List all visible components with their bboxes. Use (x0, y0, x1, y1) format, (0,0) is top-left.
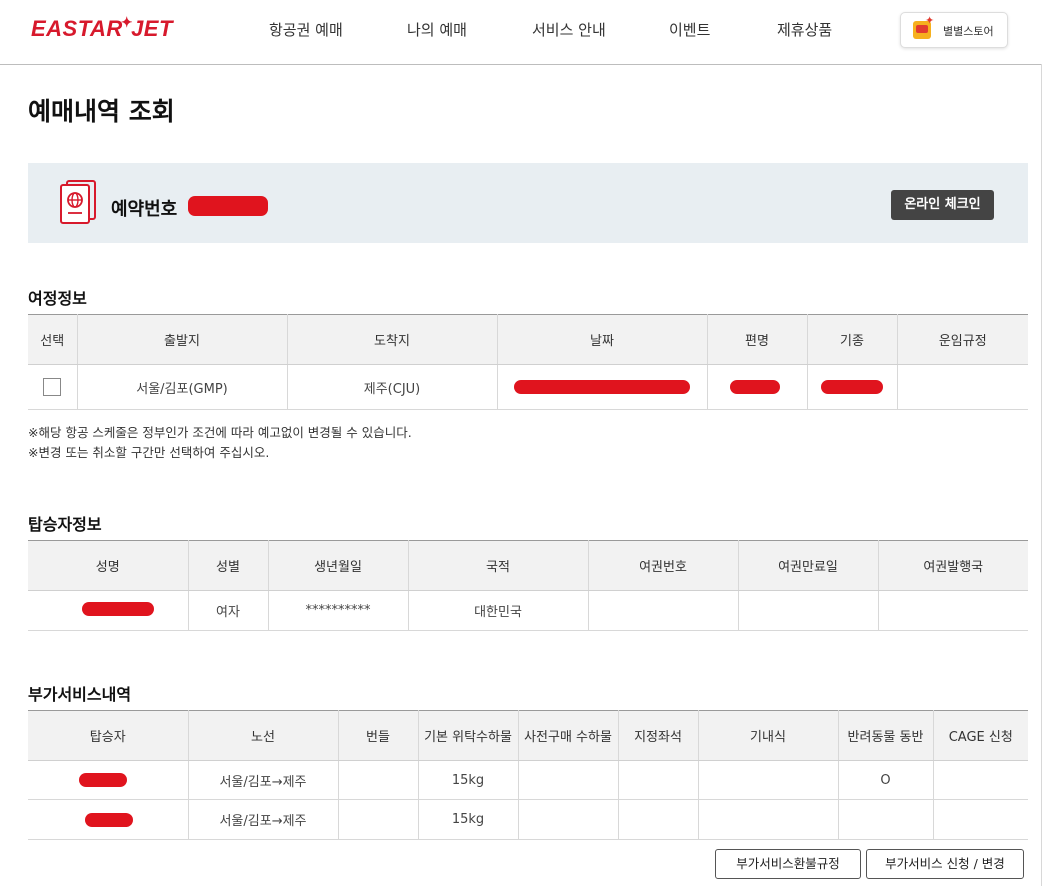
nationality-cell: 대한민국 (408, 590, 589, 631)
aircraft-cell (807, 364, 898, 410)
cage-cell (933, 760, 1028, 800)
bundle-cell (338, 760, 419, 800)
col-date: 날짜 (497, 314, 708, 365)
col-seat: 지정좌석 (618, 710, 699, 761)
passenger-section-title: 탑승자정보 (28, 515, 102, 534)
col-cage: CAGE 신청 (933, 710, 1028, 761)
store-icon: ✦ (913, 14, 934, 39)
cage-cell (933, 799, 1028, 840)
passport-number-cell (588, 590, 739, 631)
col-passenger: 탑승자 (28, 710, 189, 761)
booking-number-panel: 예약번호 온라인 체크인 (28, 163, 1028, 243)
passenger-cell (28, 799, 189, 840)
nav-item-my-booking[interactable]: 나의 예매 (407, 19, 467, 40)
fare-rules-cell[interactable] (897, 364, 1028, 410)
services-row: 서울/김포→제주 15kg O (28, 760, 1028, 800)
col-name: 성명 (28, 540, 189, 591)
itinerary-row: 서울/김포(GMP) 제주(CJU) (28, 364, 1028, 410)
meal-cell (698, 760, 839, 800)
service-refund-policy-button[interactable]: 부가서비스환불규정 (715, 849, 861, 879)
prepaid-baggage-cell (518, 760, 619, 800)
col-nationality: 국적 (408, 540, 589, 591)
name-cell (28, 590, 189, 631)
col-route: 노선 (188, 710, 339, 761)
segment-checkbox[interactable] (43, 378, 62, 396)
nav-item-partner-products[interactable]: 제휴상품 (777, 19, 832, 40)
passenger-name-redacted (82, 602, 154, 616)
flight-number-cell (707, 364, 808, 410)
service-passenger-redacted (85, 813, 133, 827)
col-basic-baggage: 기본 위탁수하물 (418, 710, 519, 761)
nav-item-service-info[interactable]: 서비스 안내 (532, 19, 606, 40)
col-prepaid-baggage: 사전구매 수하물 (518, 710, 619, 761)
route-cell: 서울/김포→제주 (188, 760, 339, 800)
col-passport-expiry: 여권만료일 (738, 540, 879, 591)
col-flight-number: 편명 (707, 314, 808, 365)
services-section-title: 부가서비스내역 (28, 685, 132, 704)
destination-cell: 제주(CJU) (287, 364, 498, 410)
store-button[interactable]: ✦ 별별스토어 (900, 12, 1008, 48)
passenger-table: 성명 성별 생년월일 국적 여권번호 여권만료일 여권발행국 여자 ******… (28, 540, 1028, 631)
flight-number-redacted (729, 380, 780, 394)
booking-number-label: 예약번호 (111, 199, 178, 220)
seat-cell (618, 760, 699, 800)
col-passport-country: 여권발행국 (878, 540, 1028, 591)
prepaid-baggage-cell (518, 799, 619, 840)
pet-cell: O (838, 760, 934, 800)
booking-number-redacted (188, 196, 268, 216)
gender-cell: 여자 (188, 590, 269, 631)
meal-cell (698, 799, 839, 840)
col-destination: 도착지 (287, 314, 498, 365)
col-passport-number: 여권번호 (588, 540, 739, 591)
origin-cell: 서울/김포(GMP) (77, 364, 288, 410)
store-label: 별별스토어 (943, 25, 994, 38)
col-fare-rules: 운임규정 (897, 314, 1028, 365)
services-row: 서울/김포→제주 15kg (28, 799, 1028, 840)
online-checkin-button[interactable]: 온라인 체크인 (891, 190, 994, 220)
date-cell (497, 364, 708, 410)
birthdate-cell: ********** (268, 590, 409, 631)
col-meal: 기내식 (698, 710, 839, 761)
services-table: 탑승자 노선 번들 기본 위탁수하물 사전구매 수하물 지정좌석 기내식 반려동… (28, 710, 1028, 840)
col-birthdate: 생년월일 (268, 540, 409, 591)
service-passenger-redacted (79, 773, 127, 787)
passport-expiry-cell (738, 590, 879, 631)
col-bundle: 번들 (338, 710, 419, 761)
passport-country-cell (878, 590, 1028, 631)
passenger-row: 여자 ********** 대한민국 (28, 590, 1028, 631)
itinerary-header-row: 선택 출발지 도착지 날짜 편명 기종 운임규정 (28, 314, 1028, 365)
seat-cell (618, 799, 699, 840)
nav-item-booking[interactable]: 항공권 예매 (269, 19, 343, 40)
page-title: 예매내역 조회 (28, 97, 175, 126)
passenger-cell (28, 760, 189, 800)
select-cell (28, 364, 78, 410)
top-header: EASTAR✦JET 항공권 예매 나의 예매 서비스 안내 이벤트 제휴상품 … (0, 0, 1042, 65)
route-cell: 서울/김포→제주 (188, 799, 339, 840)
eastar-jet-logo[interactable]: EASTAR✦JET (31, 14, 173, 42)
col-pet: 반려동물 동반 (838, 710, 934, 761)
date-redacted (513, 380, 690, 394)
logo-star-icon: ✦ (120, 14, 134, 30)
itinerary-section-title: 여정정보 (28, 289, 87, 308)
basic-baggage-cell: 15kg (418, 760, 519, 800)
basic-baggage-cell: 15kg (418, 799, 519, 840)
service-apply-change-button[interactable]: 부가서비스 신청 / 변경 (866, 849, 1024, 879)
itinerary-table: 선택 출발지 도착지 날짜 편명 기종 운임규정 서울/김포(GMP) 제주(C… (28, 314, 1028, 410)
passenger-header-row: 성명 성별 생년월일 국적 여권번호 여권만료일 여권발행국 (28, 540, 1028, 591)
col-gender: 성별 (188, 540, 269, 591)
pet-cell (838, 799, 934, 840)
nav-item-event[interactable]: 이벤트 (669, 19, 710, 40)
services-header-row: 탑승자 노선 번들 기본 위탁수하물 사전구매 수하물 지정좌석 기내식 반려동… (28, 710, 1028, 761)
col-origin: 출발지 (77, 314, 288, 365)
bundle-cell (338, 799, 419, 840)
col-aircraft: 기종 (807, 314, 898, 365)
col-select: 선택 (28, 314, 78, 365)
aircraft-redacted (820, 380, 883, 394)
schedule-notice: ※해당 항공 스케줄은 정부인가 조건에 따라 예고없이 변경될 수 있습니다. (28, 425, 412, 440)
select-segment-notice: ※변경 또는 취소할 구간만 선택하여 주십시오. (28, 445, 270, 460)
passport-icon (60, 180, 96, 224)
